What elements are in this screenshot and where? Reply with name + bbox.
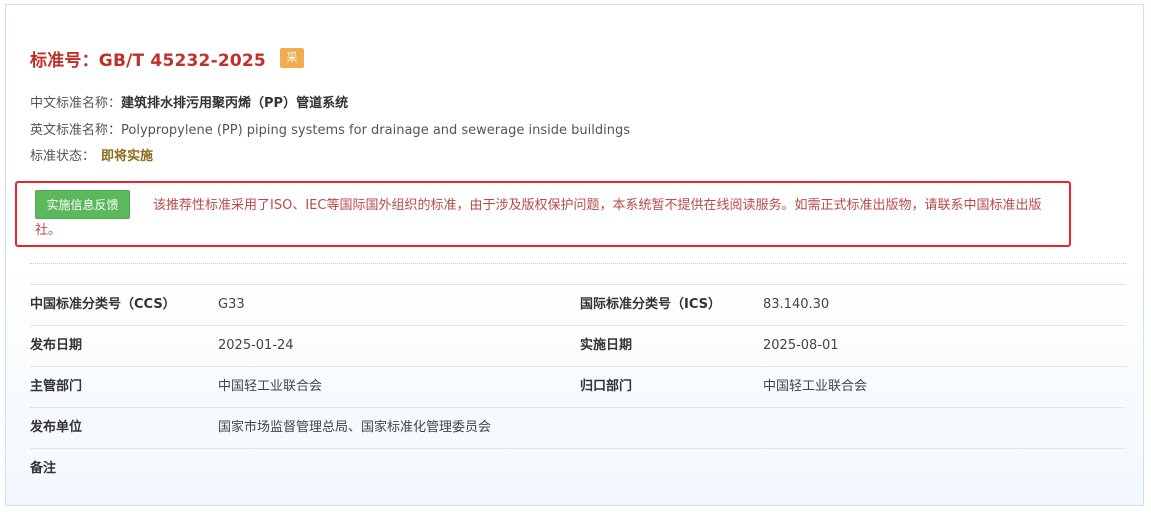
details-row-departments: 主管部门 中国轻工业联合会 归口部门 中国轻工业联合会 [30, 367, 1126, 408]
dotted-divider [30, 263, 1126, 264]
ccs-label: 中国标准分类号（CCS） [30, 297, 176, 312]
competent-dept-value: 中国轻工业联合会 [218, 379, 323, 394]
publisher-value: 国家市场监督管理总局、国家标准化管理委员会 [218, 420, 492, 435]
details-row-classification: 中国标准分类号（CCS） G33 国际标准分类号（ICS） 83.140.30 [30, 285, 1126, 326]
en-name-line: 英文标准名称：Polypropylene (PP) piping systems… [30, 119, 630, 138]
remarks-label: 备注 [30, 461, 57, 476]
cn-name-line: 中文标准名称：建筑排水排污用聚丙烯（PP）管道系统 [30, 92, 348, 111]
centralized-dept-label: 归口部门 [580, 379, 633, 394]
status-label: 标准状态： [30, 149, 96, 164]
status-line: 标准状态： 即将实施 [30, 145, 153, 164]
en-name-value: Polypropylene (PP) piping systems for dr… [121, 123, 630, 138]
ics-value: 83.140.30 [763, 297, 830, 312]
feedback-button[interactable]: 实施信息反馈 [35, 190, 130, 219]
standard-detail-panel: 标准号：GB/T 45232-2025 采 中文标准名称：建筑排水排污用聚丙烯（… [5, 4, 1144, 506]
cn-name-value: 建筑排水排污用聚丙烯（PP）管道系统 [121, 96, 349, 111]
details-table: 中国标准分类号（CCS） G33 国际标准分类号（ICS） 83.140.30 … [30, 284, 1126, 489]
competent-dept-label: 主管部门 [30, 379, 83, 394]
adopted-badge: 采 [279, 48, 304, 68]
publish-date-label: 发布日期 [30, 338, 83, 353]
en-name-label: 英文标准名称： [30, 123, 122, 138]
details-row-dates: 发布日期 2025-01-24 实施日期 2025-08-01 [30, 326, 1126, 367]
notice-text: 该推荐性标准采用了ISO、IEC等国际国外组织的标准，由于涉及版权保护问题，本系… [35, 198, 1042, 238]
publish-date-value: 2025-01-24 [218, 338, 294, 353]
cn-name-label: 中文标准名称： [30, 96, 122, 111]
ics-label: 国际标准分类号（ICS） [580, 297, 721, 312]
standard-number-title: 标准号：GB/T 45232-2025 [30, 50, 266, 71]
centralized-dept-value: 中国轻工业联合会 [763, 379, 868, 394]
effective-date-label: 实施日期 [580, 338, 633, 353]
publisher-label: 发布单位 [30, 420, 83, 435]
title-row: 标准号：GB/T 45232-2025 采 [30, 46, 304, 71]
status-value: 即将实施 [101, 149, 154, 164]
details-row-publisher: 发布单位 国家市场监督管理总局、国家标准化管理委员会 [30, 408, 1126, 449]
ccs-value: G33 [218, 297, 245, 312]
copyright-notice: 该推荐性标准采用了ISO、IEC等国际国外组织的标准，由于涉及版权保护问题，本系… [15, 181, 1071, 247]
effective-date-value: 2025-08-01 [763, 338, 839, 353]
details-row-remarks: 备注 [30, 449, 1126, 489]
